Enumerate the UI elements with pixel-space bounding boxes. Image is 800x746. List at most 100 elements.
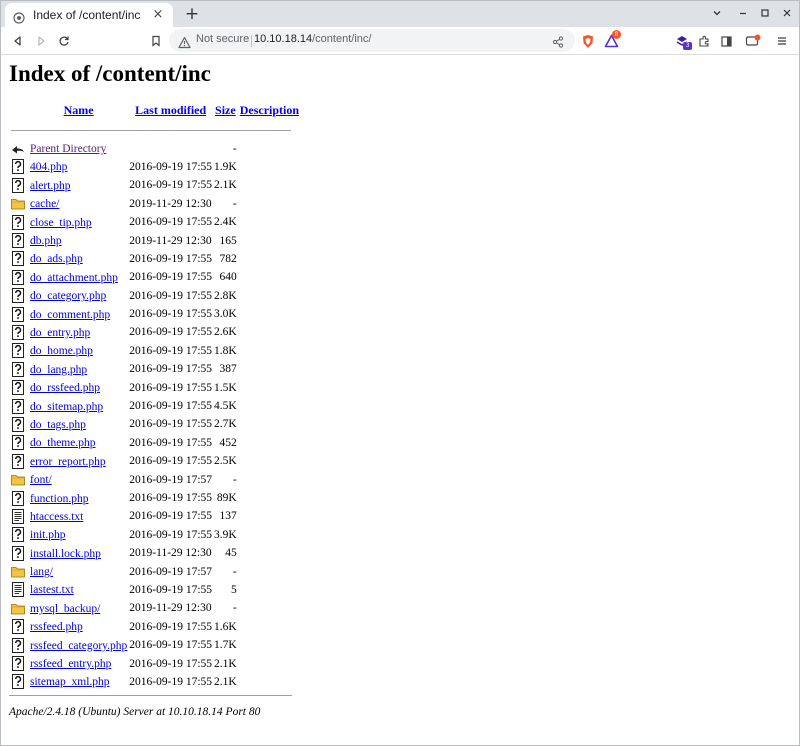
table-row: db.php 2019-11-29 12:30 165 xyxy=(11,231,300,249)
file-link[interactable]: lang/ xyxy=(30,566,53,578)
file-link[interactable]: do_home.php xyxy=(30,345,93,357)
address-bar[interactable]: Not secure 10.10.18.14/content/inc/ xyxy=(169,29,575,52)
file-link[interactable]: do_tags.php xyxy=(30,419,86,431)
file-link[interactable]: db.php xyxy=(30,235,62,247)
table-row: do_home.php 2016-09-19 17:55 1.8K xyxy=(11,342,300,360)
file-link[interactable]: do_theme.php xyxy=(30,437,95,449)
name-cell: cache/ xyxy=(30,195,127,213)
table-row: alert.php 2016-09-19 17:55 2.1K xyxy=(11,176,300,194)
size-cell: - xyxy=(232,197,237,210)
name-cell: lastest.txt xyxy=(30,581,127,599)
tab-search-chevron-icon[interactable] xyxy=(709,6,725,22)
table-row: rssfeed_category.php 2016-09-19 17:55 1.7K xyxy=(11,636,300,654)
minimize-button[interactable] xyxy=(735,6,751,22)
file-link[interactable]: font/ xyxy=(30,474,52,486)
wallet-extension-icon[interactable]: 3 xyxy=(673,32,692,50)
icon-cell xyxy=(11,268,28,286)
file-link[interactable]: rssfeed_entry.php xyxy=(30,658,111,670)
file-link[interactable]: do_ads.php xyxy=(30,253,83,265)
folder-icon xyxy=(11,475,25,486)
parent-directory-link[interactable]: Parent Directory xyxy=(30,143,106,155)
close-window-button[interactable] xyxy=(779,6,795,22)
description-cell xyxy=(239,489,300,507)
back-arrow-icon xyxy=(12,146,24,154)
file-link[interactable]: rssfeed.php xyxy=(30,621,83,633)
file-link[interactable]: do_comment.php xyxy=(30,309,110,321)
file-link[interactable]: do_category.php xyxy=(30,290,106,302)
new-tab-button[interactable]: + xyxy=(183,5,201,23)
sort-by-size-link[interactable]: Size xyxy=(215,103,236,117)
size-cell: 1.5K xyxy=(214,381,237,394)
brave-rewards-icon[interactable]: 8 xyxy=(602,30,621,50)
unknown-file-icon xyxy=(12,343,24,359)
file-link[interactable]: close_tip.php xyxy=(30,217,92,229)
warning-triangle-icon[interactable] xyxy=(178,34,191,49)
table-row: do_category.php 2016-09-19 17:55 2.8K xyxy=(11,287,300,305)
name-cell: htaccess.txt xyxy=(30,507,127,525)
table-row: do_tags.php 2016-09-19 17:55 2.7K xyxy=(11,415,300,433)
tab-close-icon[interactable]: × xyxy=(151,8,165,22)
back-button[interactable] xyxy=(9,32,27,50)
modified-cell: 2016-09-19 17:55 xyxy=(129,620,213,633)
file-link[interactable]: install.lock.php xyxy=(30,548,101,560)
tab-title: Index of /content/inc xyxy=(33,8,141,22)
name-cell: mysql_backup/ xyxy=(30,599,127,617)
browser-toolbar: Not secure 10.10.18.14/content/inc/ 8 3 xyxy=(1,27,799,55)
unknown-file-icon xyxy=(12,380,24,396)
url-text[interactable]: 10.10.18.14/content/inc/ xyxy=(254,33,371,45)
size-cell: - xyxy=(232,142,237,155)
file-link[interactable]: function.php xyxy=(30,493,88,505)
file-link[interactable]: htaccess.txt xyxy=(30,511,83,523)
table-row: font/2016-09-19 17:57 - xyxy=(11,470,300,488)
name-cell: init.php xyxy=(30,526,127,544)
forward-button[interactable] xyxy=(32,32,50,50)
unknown-file-icon xyxy=(12,637,24,653)
description-cell xyxy=(239,195,300,213)
header-last-modified[interactable]: Last modified xyxy=(129,99,212,121)
file-link[interactable]: lastest.txt xyxy=(30,584,74,596)
sort-by-date-link[interactable]: Last modified xyxy=(135,103,206,117)
icon-cell xyxy=(11,526,28,544)
extensions-puzzle-icon[interactable] xyxy=(695,32,713,50)
sort-by-name-link[interactable]: Name xyxy=(64,103,94,117)
header-name[interactable]: Name xyxy=(30,99,127,121)
file-link[interactable]: error_report.php xyxy=(30,456,106,468)
table-row: rssfeed_entry.php 2016-09-19 17:55 2.1K xyxy=(11,654,300,672)
brave-shields-icon[interactable] xyxy=(579,32,597,50)
brave-vpn-icon[interactable] xyxy=(744,32,762,50)
file-link[interactable]: do_rssfeed.php xyxy=(30,382,100,394)
header-description[interactable]: Description xyxy=(239,99,300,121)
table-header-row: Name Last modified Size Description xyxy=(11,99,300,121)
reload-button[interactable] xyxy=(55,32,73,50)
description-cell xyxy=(239,415,300,433)
name-cell: do_category.php xyxy=(30,287,127,305)
maximize-button[interactable] xyxy=(757,6,773,22)
tab-active[interactable]: Index of /content/inc × xyxy=(5,3,173,27)
name-cell: rssfeed.php xyxy=(30,618,127,636)
file-link[interactable]: cache/ xyxy=(30,198,59,210)
share-icon[interactable] xyxy=(551,34,565,48)
icon-cell xyxy=(11,654,28,672)
file-link[interactable]: do_entry.php xyxy=(30,327,90,339)
file-link[interactable]: sitemap_xml.php xyxy=(30,676,110,688)
file-link[interactable]: rssfeed_category.php xyxy=(30,640,127,652)
table-row: mysql_backup/2019-11-29 12:30 - xyxy=(11,599,300,617)
name-cell: Parent Directory xyxy=(30,139,127,157)
description-cell xyxy=(239,452,300,470)
file-link[interactable]: do_attachment.php xyxy=(30,272,118,284)
file-link[interactable]: mysql_backup/ xyxy=(30,603,100,615)
file-link[interactable]: do_sitemap.php xyxy=(30,401,103,413)
header-size[interactable]: Size xyxy=(214,99,237,121)
name-cell: do_home.php xyxy=(30,342,127,360)
sort-by-description-link[interactable]: Description xyxy=(240,103,299,117)
icon-cell xyxy=(11,195,28,213)
file-link[interactable]: do_lang.php xyxy=(30,364,87,376)
file-link[interactable]: 404.php xyxy=(30,161,67,173)
bookmark-icon[interactable] xyxy=(147,32,165,50)
not-secure-label[interactable]: Not secure xyxy=(196,33,249,45)
file-link[interactable]: alert.php xyxy=(30,180,71,192)
sidebar-toggle-icon[interactable] xyxy=(717,32,735,50)
file-link[interactable]: init.php xyxy=(30,529,65,541)
name-cell: rssfeed_category.php xyxy=(30,636,127,654)
main-menu-icon[interactable] xyxy=(773,32,791,50)
